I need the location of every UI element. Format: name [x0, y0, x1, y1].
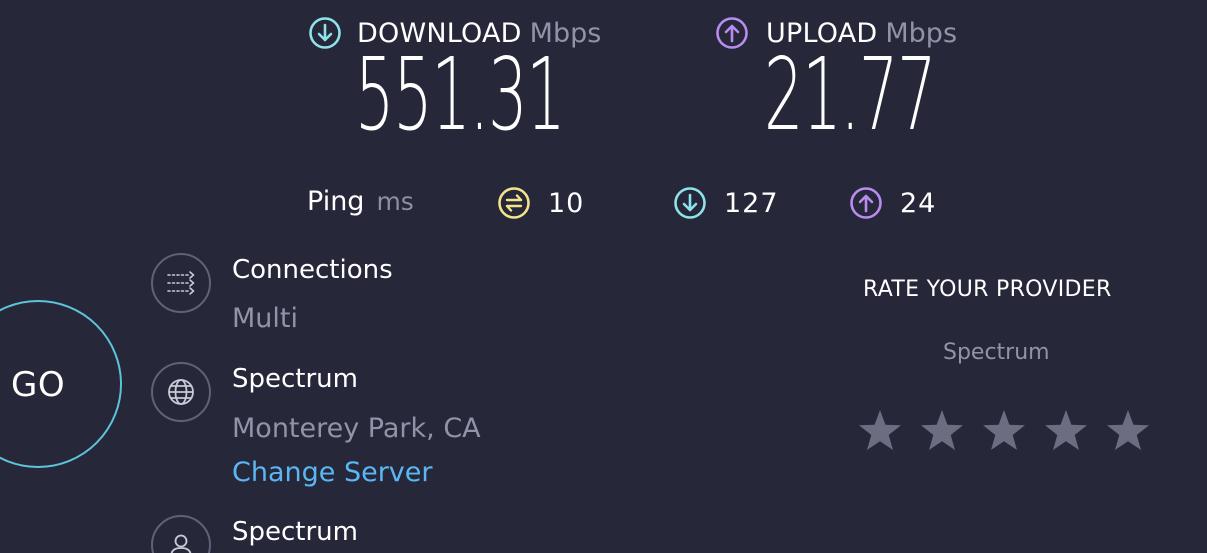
- ping-download: 127: [673, 186, 779, 220]
- ping-idle-icon: [498, 187, 530, 219]
- star-icon[interactable]: [1105, 408, 1151, 454]
- ping-label-group: Ping ms: [307, 186, 414, 217]
- star-icon[interactable]: [857, 408, 903, 454]
- connections-icon-circle[interactable]: [151, 253, 211, 313]
- server-name: Spectrum: [232, 364, 358, 394]
- connections-title: Connections: [232, 255, 393, 285]
- speedtest-results-page: DOWNLOAD Mbps 551.31 UPLOAD Mbps 21.77 P…: [0, 0, 1207, 553]
- rate-provider-title: RATE YOUR PROVIDER: [863, 277, 1112, 302]
- provider-icon-circle: [151, 515, 211, 553]
- ping-unit: ms: [376, 187, 414, 216]
- ping-idle-value: 10: [548, 187, 585, 219]
- arrow-up-circle-icon: [850, 187, 882, 219]
- go-button-label: GO: [11, 365, 66, 405]
- download-speed-value: 551.31: [355, 36, 566, 153]
- provider-name: Spectrum: [232, 517, 358, 547]
- ping-upload-value: 24: [900, 187, 937, 219]
- connections-icon: [167, 271, 195, 295]
- ping-download-value: 127: [724, 187, 779, 219]
- ping-label: Ping: [307, 186, 365, 217]
- connections-mode[interactable]: Multi: [232, 303, 298, 334]
- star-icon[interactable]: [1043, 408, 1089, 454]
- upload-speed-value: 21.77: [764, 36, 937, 153]
- user-icon: [170, 534, 192, 553]
- server-icon-circle: [151, 362, 211, 422]
- arrow-down-circle-icon: [674, 187, 706, 219]
- change-server-link[interactable]: Change Server: [232, 457, 433, 488]
- ping-upload: 24: [849, 186, 936, 220]
- rating-stars: [857, 408, 1151, 454]
- star-icon[interactable]: [981, 408, 1027, 454]
- star-icon[interactable]: [919, 408, 965, 454]
- server-location: Monterey Park, CA: [232, 413, 481, 444]
- globe-icon: [168, 379, 194, 405]
- rate-provider-name: Spectrum: [943, 340, 1050, 365]
- arrow-down-circle-icon: [309, 17, 341, 49]
- go-button[interactable]: GO: [0, 300, 122, 468]
- ping-idle: 10: [497, 186, 584, 220]
- arrow-up-circle-icon: [716, 17, 748, 49]
